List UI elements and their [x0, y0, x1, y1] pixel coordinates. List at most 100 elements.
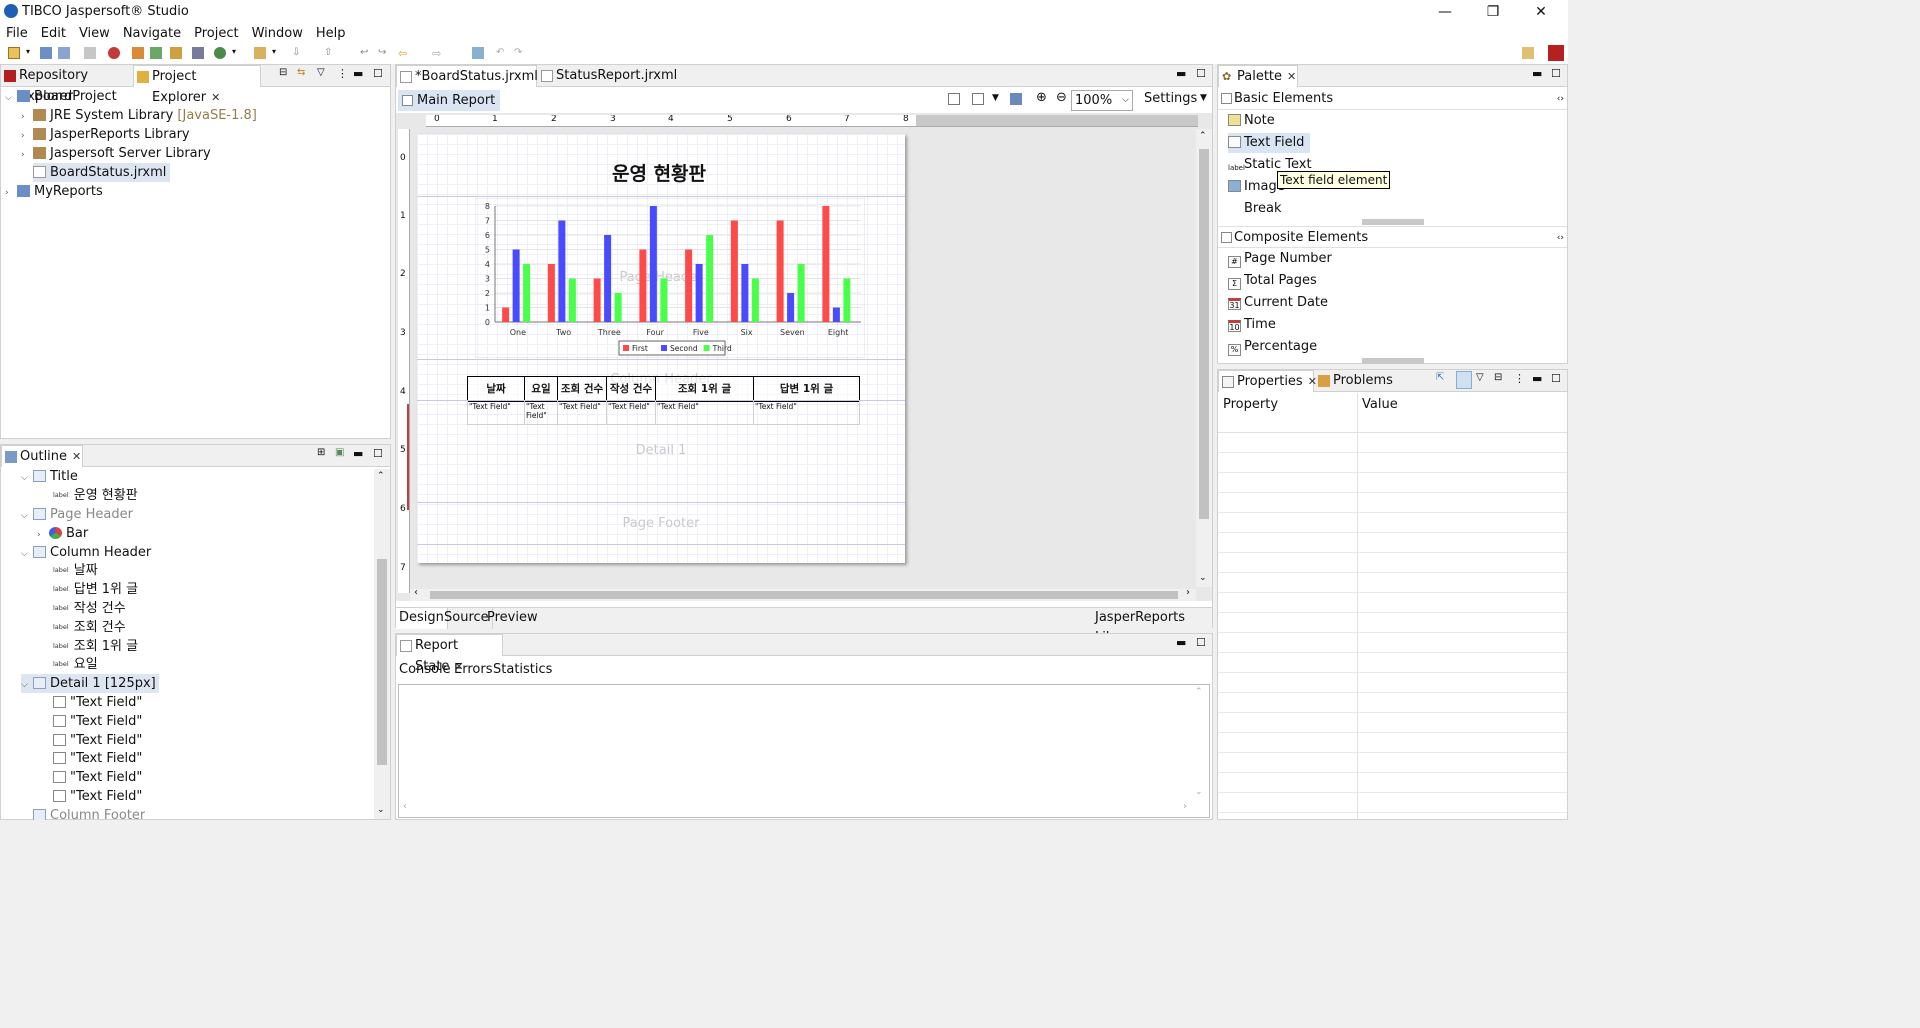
scroll-down-icon[interactable]: ⌄ — [377, 805, 385, 815]
editor-vscrollbar[interactable]: ⌃ ⌄ — [1196, 129, 1212, 587]
detail-text-field[interactable]: "Text Field" — [468, 401, 525, 424]
chevron-down-icon[interactable]: ⌵ — [21, 545, 33, 564]
tab-boardstatus[interactable]: *BoardStatus.jrxml✕ — [396, 65, 552, 87]
band-separator[interactable] — [417, 502, 905, 503]
bar-first[interactable] — [776, 220, 784, 323]
detail-text-field[interactable]: "Text Field" — [754, 401, 859, 424]
minimize-view-icon[interactable]: ▬ — [1176, 636, 1186, 649]
filter-icon[interactable]: ▽ — [1476, 372, 1484, 383]
bar-third[interactable] — [751, 278, 759, 323]
bar-third[interactable] — [706, 235, 714, 322]
tab-properties[interactable]: Properties ✕ — [1218, 370, 1317, 392]
forward-icon[interactable]: ⇨ — [432, 47, 444, 60]
run-icon[interactable] — [214, 47, 226, 59]
outline-label[interactable]: label 조회 건수 — [53, 618, 126, 637]
detail-text-field[interactable]: "Text Field" — [607, 401, 656, 424]
new-icon[interactable] — [8, 47, 20, 59]
bar-third[interactable] — [568, 278, 576, 323]
tree-item-boardstatus[interactable]: BoardStatus.jrxml — [33, 163, 171, 182]
publish-icon[interactable] — [132, 47, 144, 59]
basic-elements-header[interactable]: Basic Elements ‹› — [1218, 88, 1567, 110]
outline-text-field[interactable]: "Text Field" — [53, 749, 142, 768]
palette-percentage[interactable]: % Percentage — [1228, 337, 1317, 357]
collapse-section-icon[interactable]: ‹› — [1557, 227, 1564, 249]
tree-item-boardproject[interactable]: ⌵ BoardProject — [5, 87, 117, 106]
minimize-view-icon[interactable]: ▬ — [1532, 67, 1542, 80]
bar-third[interactable] — [797, 264, 805, 322]
tab-errors[interactable]: Errors — [454, 662, 492, 677]
menu-edit[interactable]: Edit — [35, 24, 73, 44]
close-icon[interactable]: ✕ — [211, 91, 220, 104]
categories-icon[interactable] — [1456, 371, 1472, 389]
link-editor-icon[interactable]: ⇆ — [297, 67, 305, 78]
chevron-down-icon[interactable]: ⌵ — [21, 507, 33, 526]
scroll-up-icon[interactable]: ⌃ — [377, 471, 385, 481]
minimize-button[interactable]: — — [1422, 0, 1468, 24]
bar-third[interactable] — [660, 278, 668, 323]
restore-button[interactable]: ❐ — [1470, 0, 1516, 24]
pin-icon[interactable]: ⇱ — [1436, 372, 1444, 383]
tab-report-state[interactable]: Report State ✕ — [396, 634, 503, 674]
zoom-combo[interactable]: 100% ⌵ — [1071, 90, 1133, 111]
outline-text-field[interactable]: "Text Field" — [53, 693, 142, 712]
scroll-up-icon[interactable]: ⌃ — [1199, 131, 1207, 141]
maximize-view-icon[interactable]: ☐ — [373, 447, 383, 460]
composite-elements-header[interactable]: Composite Elements ‹› — [1218, 226, 1567, 248]
thumbnail-view-icon[interactable]: ▣ — [335, 447, 344, 458]
outline-text-field[interactable]: "Text Field" — [53, 712, 142, 731]
report-design-perspective-icon[interactable] — [1548, 45, 1564, 61]
outline-title[interactable]: ⌵ Title — [21, 467, 78, 486]
bar-third[interactable] — [614, 293, 622, 322]
bar-first[interactable] — [822, 206, 830, 322]
palette-note[interactable]: Note — [1228, 111, 1275, 131]
tab-repository-explorer[interactable]: Repository Explorer — [1, 65, 132, 104]
tab-statusreport[interactable]: StatusReport.jrxml — [538, 65, 677, 87]
chevron-down-icon[interactable]: ⌵ — [21, 676, 33, 695]
palette-current-date[interactable]: 31 Current Date — [1228, 293, 1328, 313]
outline-page-header[interactable]: ⌵ Page Header — [21, 505, 133, 524]
dataset-icon[interactable] — [192, 47, 204, 59]
advanced-icon[interactable]: ⊟ — [1494, 372, 1502, 383]
jasperreports-library-label[interactable]: JasperReports Library — [1092, 608, 1212, 645]
outline-scrollbar[interactable]: ⌃ ⌄ — [374, 469, 390, 819]
outline-column-header[interactable]: ⌵ Column Header — [21, 543, 151, 562]
outline-detail-1[interactable]: ⌵ Detail 1 [125px] — [21, 674, 159, 693]
open-perspective-icon[interactable] — [1522, 47, 1534, 59]
outline-text-field[interactable]: "Text Field" — [53, 787, 142, 806]
palette-text-field[interactable]: Text Field — [1228, 133, 1311, 153]
menu-view[interactable]: View — [73, 24, 117, 44]
chevron-down-icon[interactable]: ⌵ — [1122, 91, 1129, 110]
scroll-right-icon[interactable]: › — [1183, 801, 1187, 812]
tab-statistics[interactable]: Statistics — [493, 662, 552, 677]
save-as-icon[interactable] — [1010, 93, 1022, 105]
tree-item-jre[interactable]: › JRE System Library [JavaSE-1.8] — [21, 106, 257, 125]
header-view-count[interactable]: 조회 건수 — [558, 377, 607, 402]
redo-edit-icon[interactable]: ↪ — [378, 47, 390, 59]
outline-label[interactable]: label 날짜 — [53, 561, 98, 580]
scroll-thumb[interactable] — [1199, 149, 1209, 519]
outline-column-footer[interactable]: Column Footer — [33, 806, 145, 820]
bar-first[interactable] — [502, 307, 510, 323]
palette-page-number[interactable]: # Page Number — [1228, 249, 1332, 269]
scroll-right-icon[interactable]: › — [1186, 587, 1190, 598]
bar-second[interactable] — [649, 206, 657, 322]
bar-second[interactable] — [832, 307, 840, 323]
menu-file[interactable]: File — [0, 24, 35, 44]
collapse-section-icon[interactable]: ‹› — [1557, 88, 1564, 110]
report-page[interactable]: 운영 현황판 Page Header 0 1 2 3 4 5 6 7 8 One Two Three F… — [417, 134, 905, 563]
chevron-right-icon[interactable]: › — [5, 184, 17, 203]
settings-dropdown-icon[interactable]: ▼ — [1200, 93, 1207, 103]
palette-total-pages[interactable]: Σ Total Pages — [1228, 271, 1317, 291]
bar-second[interactable] — [787, 293, 795, 322]
bar-first[interactable] — [593, 278, 601, 323]
band-separator[interactable] — [417, 544, 905, 545]
property-column-header[interactable]: Property — [1223, 397, 1278, 412]
new-dropdown-icon[interactable]: ▾ — [26, 47, 34, 59]
maximize-view-icon[interactable]: ☐ — [1196, 67, 1206, 80]
zoom-out-icon[interactable]: ⊖ — [1056, 90, 1067, 105]
tree-item-server-library[interactable]: › Jaspersoft Server Library — [21, 144, 211, 163]
outline-label[interactable]: label 조회 1위 글 — [53, 637, 138, 656]
snap-grid-icon[interactable] — [948, 93, 960, 105]
save-all-icon[interactable] — [58, 47, 70, 59]
minimize-view-icon[interactable]: ▬ — [353, 67, 363, 80]
